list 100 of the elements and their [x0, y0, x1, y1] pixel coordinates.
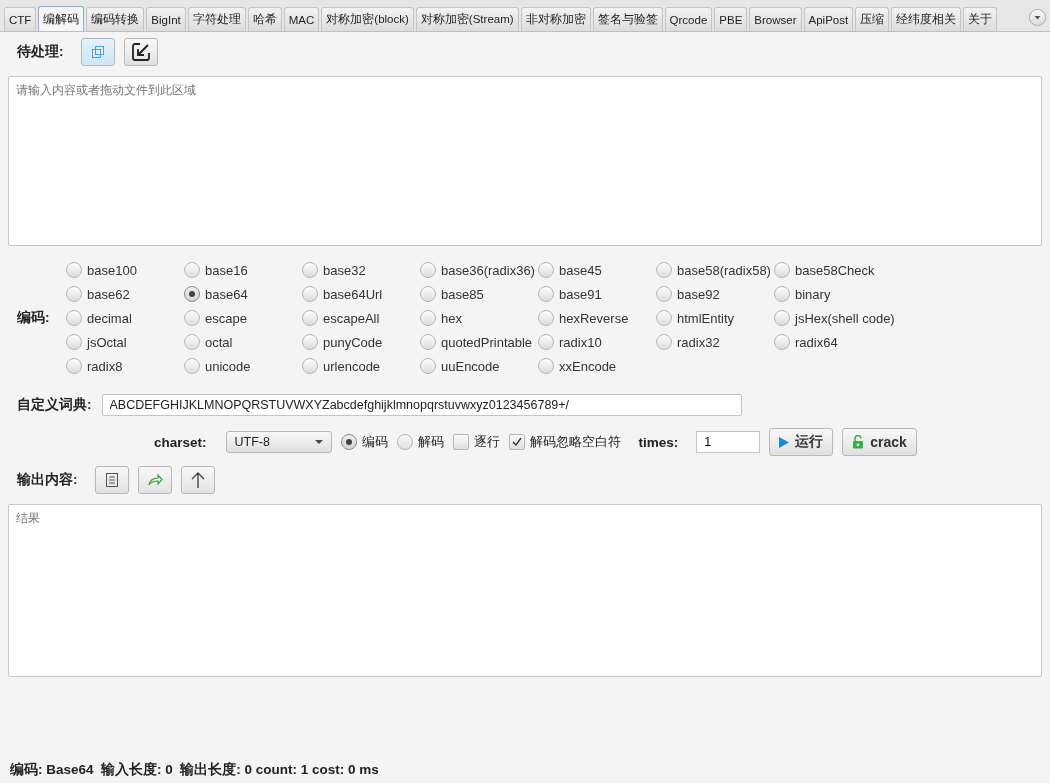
radio-button[interactable]	[184, 262, 200, 278]
encoding-radio-option[interactable]: base58Check	[774, 258, 892, 282]
encoding-radio-option[interactable]: quotedPrintable	[420, 330, 538, 354]
encoding-radio-option[interactable]: base32	[302, 258, 420, 282]
encoding-radio-option[interactable]: base64Url	[302, 282, 420, 306]
encoding-radio-option[interactable]: base16	[184, 258, 302, 282]
radio-button[interactable]	[420, 334, 436, 350]
encoding-radio-option[interactable]: uuEncode	[420, 354, 538, 378]
radio-button[interactable]	[656, 286, 672, 302]
mode-radio-option[interactable]: 编码	[340, 433, 388, 451]
share-button[interactable]	[138, 466, 172, 494]
tab[interactable]: 编解码	[38, 6, 85, 31]
times-field[interactable]: 1	[696, 431, 761, 453]
radio-button[interactable]	[774, 262, 790, 278]
encoding-radio-option[interactable]: base58(radix58)	[656, 258, 774, 282]
run-button[interactable]: 运行	[769, 428, 834, 456]
encoding-radio-option[interactable]: base64	[184, 282, 302, 306]
tab[interactable]: ApiPost	[803, 7, 854, 31]
radio-button[interactable]	[420, 262, 436, 278]
encoding-radio-option[interactable]: hexReverse	[538, 306, 656, 330]
checkbox-option[interactable]: 逐行	[452, 433, 500, 451]
dictionary-field[interactable]: ABCDEFGHIJKLMNOPQRSTUVWXYZabcdefghijklmnopqrstuvwxyz0123456789+/	[101, 394, 742, 416]
encoding-radio-option[interactable]: radix10	[538, 330, 656, 354]
radio-button[interactable]	[302, 286, 318, 302]
checkbox[interactable]	[452, 434, 469, 450]
radio-button[interactable]	[302, 310, 318, 326]
encoding-radio-option[interactable]: unicode	[184, 354, 302, 378]
radio-button[interactable]	[420, 310, 436, 326]
encoding-radio-option[interactable]: base100	[66, 258, 184, 282]
encoding-radio-option[interactable]: base85	[420, 282, 538, 306]
tab[interactable]: 关于	[963, 7, 998, 31]
radio-button[interactable]	[656, 334, 672, 350]
radio-button[interactable]	[538, 334, 554, 350]
radio-button[interactable]	[774, 310, 790, 326]
move-up-button[interactable]	[181, 466, 215, 494]
encoding-radio-option[interactable]: jsOctal	[66, 330, 184, 354]
tab[interactable]: PBE	[714, 7, 748, 31]
import-button[interactable]	[124, 38, 158, 66]
radio-button[interactable]	[66, 310, 82, 326]
checkbox-option[interactable]: 解码忽略空白符	[508, 433, 621, 451]
copy-output-button[interactable]	[95, 466, 129, 494]
encoding-radio-option[interactable]: base62	[66, 282, 184, 306]
radio-button[interactable]	[774, 334, 790, 350]
tab[interactable]: 编码转换	[86, 7, 145, 31]
radio-button[interactable]	[396, 434, 413, 450]
copy-button[interactable]	[81, 38, 115, 66]
encoding-radio-option[interactable]: base91	[538, 282, 656, 306]
encoding-radio-option[interactable]: xxEncode	[538, 354, 656, 378]
input-text-area[interactable]: 请输入内容或者拖动文件到此区域	[8, 76, 1042, 246]
encoding-radio-option[interactable]: radix32	[656, 330, 774, 354]
encoding-radio-option[interactable]: base92	[656, 282, 774, 306]
crack-button[interactable]: crack	[842, 428, 917, 456]
tab[interactable]: 非对称加密	[520, 7, 591, 31]
encoding-radio-option[interactable]: escape	[184, 306, 302, 330]
encoding-radio-option[interactable]: decimal	[66, 306, 184, 330]
tab[interactable]: 对称加密(block)	[321, 7, 414, 31]
output-text-area[interactable]: 结果	[8, 504, 1042, 677]
radio-button[interactable]	[538, 262, 554, 278]
radio-button[interactable]	[656, 310, 672, 326]
encoding-radio-option[interactable]: base36(radix36)	[420, 258, 538, 282]
radio-button[interactable]	[66, 286, 82, 302]
radio-button[interactable]	[184, 358, 200, 374]
tab[interactable]: 经纬度相关	[891, 7, 962, 31]
radio-button[interactable]	[538, 358, 554, 374]
encoding-radio-option[interactable]: radix64	[774, 330, 892, 354]
encoding-radio-option[interactable]: octal	[184, 330, 302, 354]
radio-button[interactable]	[340, 434, 357, 450]
tab[interactable]: 哈希	[247, 7, 282, 31]
tab[interactable]: MAC	[283, 7, 320, 31]
radio-button[interactable]	[538, 310, 554, 326]
tab[interactable]: CTF	[4, 7, 37, 31]
dropdown-icon[interactable]	[1029, 9, 1046, 26]
radio-button[interactable]	[420, 286, 436, 302]
tab[interactable]: 对称加密(Stream)	[415, 7, 519, 31]
radio-button[interactable]	[774, 286, 790, 302]
radio-button[interactable]	[656, 262, 672, 278]
encoding-radio-option[interactable]: escapeAll	[302, 306, 420, 330]
encoding-radio-option[interactable]: hex	[420, 306, 538, 330]
radio-button[interactable]	[302, 334, 318, 350]
radio-button[interactable]	[302, 358, 318, 374]
mode-radio-option[interactable]: 解码	[396, 433, 444, 451]
encoding-radio-option[interactable]: base45	[538, 258, 656, 282]
tab[interactable]: 压缩	[855, 7, 890, 31]
checkbox[interactable]	[508, 434, 525, 450]
tab[interactable]: BigInt	[146, 7, 186, 31]
radio-button[interactable]	[302, 262, 318, 278]
encoding-radio-option[interactable]: htmlEntity	[656, 306, 774, 330]
radio-button[interactable]	[184, 334, 200, 350]
radio-button[interactable]	[66, 262, 82, 278]
radio-button[interactable]	[184, 286, 200, 302]
encoding-radio-option[interactable]: jsHex(shell code)	[774, 306, 892, 330]
radio-button[interactable]	[538, 286, 554, 302]
charset-dropdown[interactable]: UTF-8	[225, 431, 332, 453]
encoding-radio-option[interactable]: urlencode	[302, 354, 420, 378]
tab[interactable]: Browser	[749, 7, 802, 31]
encoding-radio-option[interactable]: punyCode	[302, 330, 420, 354]
tab[interactable]: Qrcode	[664, 7, 713, 31]
radio-button[interactable]	[66, 358, 82, 374]
radio-button[interactable]	[420, 358, 436, 374]
radio-button[interactable]	[184, 310, 200, 326]
